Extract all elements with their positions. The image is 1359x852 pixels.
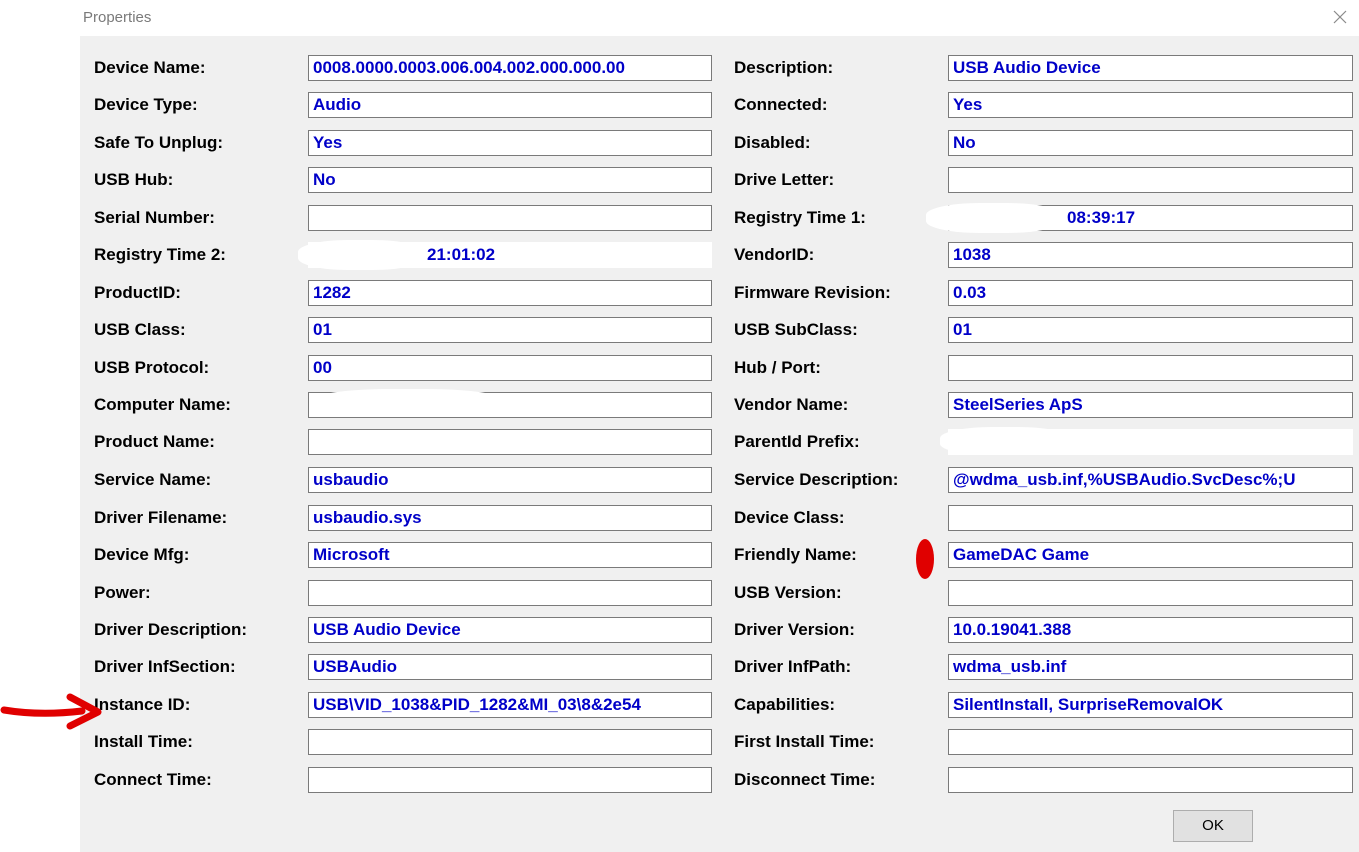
- red-arrow-annotation: [0, 693, 102, 730]
- red-mark-annotation: [916, 539, 934, 579]
- annotation-layer: [0, 539, 934, 730]
